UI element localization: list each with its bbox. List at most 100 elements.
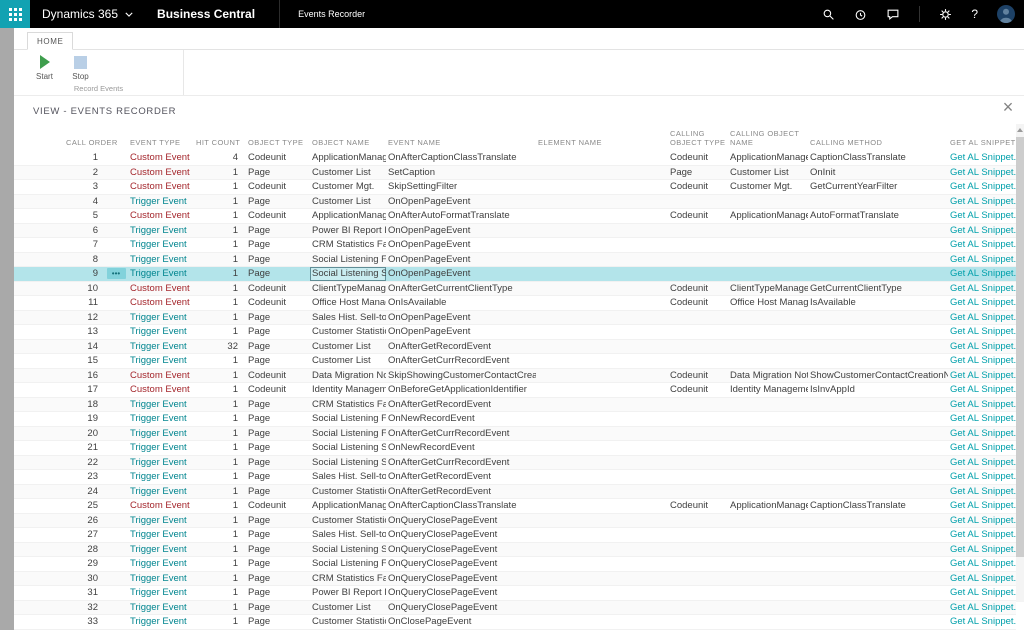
cell-event-name[interactable]: OnOpenPageEvent (386, 195, 536, 209)
cell-calling-method[interactable]: GetCurrentClientType (808, 282, 948, 296)
cell-event-type[interactable]: Trigger Event (128, 441, 194, 455)
cell-calling-method[interactable] (808, 456, 948, 470)
cell-object-type[interactable]: Codeunit (246, 151, 310, 165)
cell-calling-object-type[interactable] (668, 601, 728, 615)
cell-element-name[interactable] (536, 412, 668, 426)
cell-calling-method[interactable] (808, 485, 948, 499)
row-menu-cell[interactable] (104, 572, 128, 586)
cell-event-type[interactable]: Trigger Event (128, 311, 194, 325)
cell-calling-object-type[interactable] (668, 441, 728, 455)
cell-calling-method[interactable] (808, 224, 948, 238)
cell-get-al-snippet[interactable]: Get AL Snippet. (948, 296, 1016, 310)
table-row[interactable]: 13 Trigger Event1PageCustomer Statistics … (14, 325, 1016, 340)
cell-event-name[interactable]: OnNewRecordEvent (386, 441, 536, 455)
cell-calling-method[interactable]: ShowCustomerContactCreationNotificat... (808, 369, 948, 383)
table-row[interactable]: 24 Trigger Event1PageCustomer Statistics … (14, 484, 1016, 499)
cell-calling-method[interactable] (808, 238, 948, 252)
cell-hit-count[interactable]: 1 (194, 514, 246, 528)
row-menu-cell[interactable] (104, 586, 128, 600)
cell-hit-count[interactable]: 1 (194, 398, 246, 412)
cell-calling-object-name[interactable]: ClientTypeManageme... (728, 282, 808, 296)
get-al-snippet-link[interactable]: Get AL Snippet. (950, 225, 1016, 236)
get-al-snippet-link[interactable]: Get AL Snippet. (950, 210, 1016, 221)
cell-hit-count[interactable]: 1 (194, 267, 246, 281)
cell-object-name[interactable]: Sales Hist. Sell-to Fact... (310, 470, 386, 484)
cell-calling-object-type[interactable] (668, 456, 728, 470)
cell-hit-count[interactable]: 1 (194, 282, 246, 296)
cell-calling-object-type[interactable] (668, 514, 728, 528)
cell-calling-method[interactable]: OnInit (808, 166, 948, 180)
cell-event-name[interactable]: OnQueryClosePageEvent (386, 557, 536, 571)
cell-element-name[interactable] (536, 470, 668, 484)
cell-hit-count[interactable]: 4 (194, 151, 246, 165)
cell-calling-object-name[interactable] (728, 543, 808, 557)
cell-calling-method[interactable]: CaptionClassTranslate (808, 499, 948, 513)
cell-event-type[interactable]: Trigger Event (128, 543, 194, 557)
cell-event-type[interactable]: Trigger Event (128, 253, 194, 267)
cell-get-al-snippet[interactable]: Get AL Snippet. (948, 340, 1016, 354)
cell-hit-count[interactable]: 1 (194, 441, 246, 455)
cell-event-name[interactable]: OnQueryClosePageEvent (386, 514, 536, 528)
table-row[interactable]: 21 Trigger Event1PageSocial Listening Set… (14, 441, 1016, 456)
cell-calling-method[interactable] (808, 528, 948, 542)
cell-calling-object-type[interactable]: Codeunit (668, 282, 728, 296)
row-menu-cell[interactable] (104, 427, 128, 441)
cell-calling-object-name[interactable] (728, 456, 808, 470)
cell-calling-object-type[interactable] (668, 238, 728, 252)
cell-object-type[interactable]: Page (246, 514, 310, 528)
cell-calling-object-type[interactable]: Codeunit (668, 180, 728, 194)
cell-calling-object-type[interactable] (668, 470, 728, 484)
row-menu-cell[interactable] (104, 369, 128, 383)
cell-calling-object-name[interactable] (728, 427, 808, 441)
cell-get-al-snippet[interactable]: Get AL Snippet. (948, 412, 1016, 426)
cell-get-al-snippet[interactable]: Get AL Snippet. (948, 311, 1016, 325)
cell-event-name[interactable]: OnIsAvailable (386, 296, 536, 310)
cell-event-name[interactable]: OnQueryClosePageEvent (386, 543, 536, 557)
cell-event-name[interactable]: OnAfterGetCurrRecordEvent (386, 456, 536, 470)
cell-get-al-snippet[interactable]: Get AL Snippet. (948, 615, 1016, 629)
cell-calling-object-type[interactable] (668, 253, 728, 267)
cell-hit-count[interactable]: 1 (194, 354, 246, 368)
cell-object-type[interactable]: Page (246, 615, 310, 629)
cell-call-order[interactable]: 6 (14, 224, 104, 238)
get-al-snippet-link[interactable]: Get AL Snippet. (950, 254, 1016, 265)
cell-event-name[interactable]: OnAfterCaptionClassTranslate (386, 499, 536, 513)
get-al-snippet-link[interactable]: Get AL Snippet. (950, 355, 1016, 366)
get-al-snippet-link[interactable]: Get AL Snippet. (950, 587, 1016, 598)
cell-call-order[interactable]: 26 (14, 514, 104, 528)
table-row[interactable]: 14 Trigger Event 32 Page Customer List OnAfte… (14, 339, 1016, 354)
table-row[interactable]: 6 Trigger Event1PagePower BI Report Fact.… (14, 223, 1016, 238)
cell-event-type[interactable]: Custom Event (128, 166, 194, 180)
cell-calling-object-name[interactable] (728, 485, 808, 499)
cell-event-name[interactable]: OnAfterGetRecordEvent (386, 398, 536, 412)
cell-event-name[interactable]: OnClosePageEvent (386, 615, 536, 629)
cell-object-name[interactable]: Customer Statistics Fa... (310, 514, 386, 528)
cell-object-name[interactable]: Social Listening FactB... (310, 557, 386, 571)
cell-event-type[interactable]: Trigger Event (128, 398, 194, 412)
cell-object-name[interactable]: Customer List (310, 195, 386, 209)
cell-call-order[interactable]: 1 (14, 151, 104, 165)
cell-call-order[interactable]: 23 (14, 470, 104, 484)
user-avatar[interactable] (997, 5, 1015, 23)
table-row[interactable]: 26 Trigger Event1PageCustomer Statistics … (14, 513, 1016, 528)
vertical-scrollbar[interactable] (1016, 124, 1024, 602)
help-button[interactable]: ? (971, 7, 978, 21)
cell-element-name[interactable] (536, 354, 668, 368)
cell-get-al-snippet[interactable]: Get AL Snippet. (948, 282, 1016, 296)
get-al-snippet-link[interactable]: Get AL Snippet. (950, 471, 1016, 482)
cell-hit-count[interactable]: 1 (194, 456, 246, 470)
table-row[interactable]: 23 Trigger Event 1 Page Sales Hist. Sell-to … (14, 470, 1016, 485)
cell-object-name[interactable]: Sales Hist. Sell-to Fact... (310, 311, 386, 325)
row-menu-cell[interactable] (104, 615, 128, 629)
table-row[interactable]: 10Custom Event1CodeunitClientTypeManagem… (14, 281, 1016, 296)
col-header-object-name[interactable]: OBJECT NAME (310, 138, 386, 151)
cell-element-name[interactable] (536, 209, 668, 223)
cell-event-name[interactable]: OnAfterGetCurrRecordEvent (386, 427, 536, 441)
cell-call-order[interactable]: 7 (14, 238, 104, 252)
cell-call-order[interactable]: 28 (14, 543, 104, 557)
cell-calling-object-type[interactable] (668, 557, 728, 571)
col-header-object-type[interactable]: OBJECT TYPE (246, 138, 310, 151)
cell-object-type[interactable]: Page (246, 325, 310, 339)
cell-event-type[interactable]: Trigger Event (128, 528, 194, 542)
cell-event-name[interactable]: OnOpenPageEvent (386, 238, 536, 252)
